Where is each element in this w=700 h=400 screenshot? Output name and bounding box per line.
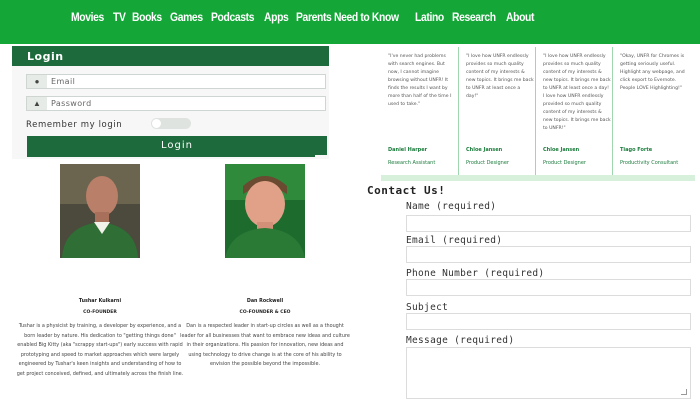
- nav-item-research[interactable]: Research: [452, 12, 496, 24]
- login-panel: Login ● ▲ Remember my login Login: [12, 46, 329, 159]
- nav-item-movies[interactable]: Movies: [71, 12, 104, 24]
- testimonial-role: Productivity Consultant: [620, 160, 679, 166]
- member-bio: Dan is a respected leader in start-up ci…: [180, 323, 350, 367]
- testimonials-section: "I've never had problems with search eng…: [381, 44, 695, 181]
- email-label: Email (required): [406, 235, 503, 246]
- team-member: Tushar Kulkarni CO-FOUNDER Tushar is a p…: [15, 159, 185, 400]
- subject-label: Subject: [406, 302, 449, 313]
- testimonial-card: "Okay, UNFR for Chromes is getting serio…: [612, 47, 688, 179]
- member-title: CO-FOUNDER: [83, 310, 117, 315]
- nav-item-latino[interactable]: Latino: [415, 12, 444, 24]
- testimonial-quote: "I love how UNFR endlessly provides so m…: [466, 54, 534, 99]
- member-name: Tushar Kulkarni: [78, 299, 122, 304]
- team-section: Tushar Kulkarni CO-FOUNDER Tushar is a p…: [0, 159, 350, 400]
- name-label: Name (required): [406, 201, 497, 212]
- message-label: Message (required): [406, 335, 515, 346]
- password-input[interactable]: [51, 97, 321, 110]
- remember-toggle[interactable]: [151, 118, 191, 129]
- testimonial-quote: "I love how UNFR endlessly provides so m…: [543, 54, 611, 131]
- testimonial-card: "I've never had problems with search eng…: [381, 47, 457, 179]
- nav-item-podcasts[interactable]: Podcasts: [211, 12, 255, 24]
- email-input[interactable]: [51, 75, 321, 88]
- contact-email-input[interactable]: [406, 246, 691, 263]
- contact-form: Contact Us! Name (required) Email (requi…: [350, 181, 700, 400]
- nav-item-about[interactable]: About: [506, 12, 534, 24]
- top-nav: Movies TV Books Games Podcasts Apps Pare…: [0, 0, 700, 44]
- phone-input[interactable]: [406, 279, 691, 296]
- testimonial-card: "I love how UNFR endlessly provides so m…: [458, 47, 534, 179]
- resize-handle-icon[interactable]: [681, 389, 687, 395]
- contact-title: Contact Us!: [367, 184, 446, 197]
- profile-photo: [60, 164, 140, 258]
- lock-icon: ▲: [27, 97, 47, 110]
- nav-item-games[interactable]: Games: [170, 12, 203, 24]
- nav-item-apps[interactable]: Apps: [264, 12, 289, 24]
- login-button[interactable]: Login: [27, 136, 327, 155]
- testimonial-quote: "I've never had problems with search eng…: [388, 54, 452, 107]
- member-title: CO-FOUNDER & CEO: [239, 310, 291, 315]
- testimonial-name: Chloe Jansen: [466, 147, 503, 153]
- testimonial-role: Research Assistant: [388, 160, 436, 166]
- nav-item-books[interactable]: Books: [132, 12, 162, 24]
- person-photo-icon: [60, 164, 140, 258]
- login-title: Login: [12, 46, 329, 66]
- toggle-knob: [152, 119, 161, 128]
- remember-label: Remember my login: [26, 120, 123, 130]
- testimonial-role: Product Designer: [466, 160, 509, 166]
- testimonial-name: Chloe Jansen: [543, 147, 580, 153]
- nav-item-parents[interactable]: Parents Need to Know: [296, 12, 399, 24]
- nav-menu: Movies TV Books Games Podcasts Apps Pare…: [71, 12, 542, 24]
- testimonial-card: "I love how UNFR endlessly provides so m…: [535, 47, 611, 179]
- person-photo-icon: [225, 164, 305, 258]
- page: Movies TV Books Games Podcasts Apps Pare…: [0, 0, 700, 400]
- password-field[interactable]: ▲: [26, 96, 326, 111]
- profile-photo: [225, 164, 305, 258]
- member-bio: Tushar is a physicist by training, a dev…: [16, 323, 184, 377]
- testimonial-quote: "Okay, UNFR for Chromes is getting serio…: [620, 54, 685, 91]
- testimonial-name: Tiago Forte: [620, 147, 653, 153]
- member-name: Dan Rockwell: [246, 299, 284, 304]
- nav-item-tv[interactable]: TV: [113, 12, 126, 24]
- message-textarea[interactable]: [406, 347, 691, 399]
- subject-input[interactable]: [406, 313, 691, 330]
- login-divider: [27, 155, 315, 157]
- email-field[interactable]: ●: [26, 74, 326, 89]
- testimonial-role: Product Designer: [543, 160, 586, 166]
- testimonial-name: Daniel Harper: [388, 147, 428, 153]
- user-icon: ●: [27, 75, 47, 88]
- phone-label: Phone Number (required): [406, 268, 545, 279]
- team-member: Dan Rockwell CO-FOUNDER & CEO Dan is a r…: [180, 159, 350, 400]
- name-input[interactable]: [406, 215, 691, 232]
